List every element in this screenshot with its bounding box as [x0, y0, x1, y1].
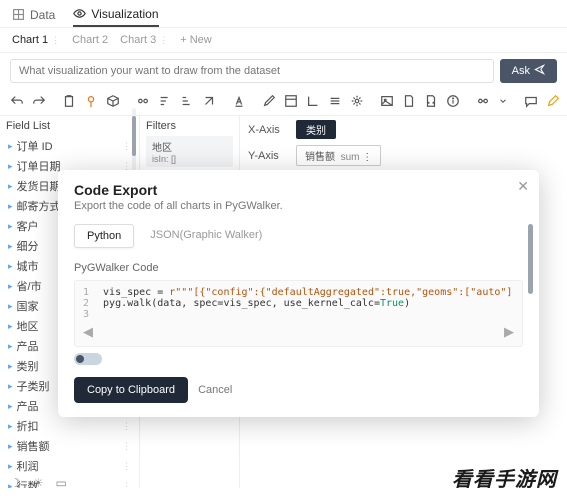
xaxis-label: X-Axis — [248, 124, 288, 136]
dimension-icon: ▸ — [8, 381, 13, 392]
eye-icon — [73, 7, 86, 20]
grid-icon — [12, 8, 25, 21]
yaxis-chip[interactable]: 销售额 sum ⋮ — [296, 145, 381, 166]
info-icon[interactable] — [446, 93, 460, 109]
clipboard-icon[interactable] — [62, 93, 76, 109]
chain-icon[interactable] — [476, 93, 490, 109]
dimension-icon: ▸ — [8, 301, 13, 312]
modal-scrollbar[interactable] — [528, 224, 533, 294]
dimension-icon: ▸ — [8, 401, 13, 412]
modal-subtitle: Export the code of all charts in PyGWalk… — [74, 200, 523, 212]
chart-tab-new[interactable]: + New — [180, 34, 212, 46]
field-item[interactable]: ▸销售额⋮ — [6, 436, 133, 456]
code-box[interactable]: 1 vis_spec = r"""[{"config":{"defaultAgg… — [74, 280, 523, 347]
chart-tab-3[interactable]: Chart 3⋮ — [120, 34, 168, 46]
dropdown-icon[interactable] — [498, 93, 508, 109]
modal-title: Code Export — [74, 182, 523, 198]
dimension-icon: ▸ — [8, 421, 13, 432]
sun-icon[interactable]: ☀ — [33, 476, 44, 490]
dimension-icon: ▸ — [8, 441, 13, 452]
field-item[interactable]: ▸订单 ID⋮ — [6, 136, 133, 156]
ask-button[interactable]: Ask — [500, 59, 557, 83]
sort-desc-icon[interactable] — [180, 93, 194, 109]
image-export-icon[interactable] — [380, 93, 394, 109]
tab-data[interactable]: Data — [12, 8, 55, 26]
transpose-icon[interactable] — [202, 93, 216, 109]
code-section-label: PyGWalker Code — [74, 262, 523, 274]
csv-export-icon[interactable] — [402, 93, 416, 109]
filters-title: Filters — [146, 120, 233, 132]
cancel-button[interactable]: Cancel — [198, 384, 232, 396]
dimension-icon: ▸ — [8, 221, 13, 232]
axis-icon[interactable] — [306, 93, 320, 109]
modal-tab-python[interactable]: Python — [74, 224, 134, 248]
dimension-icon: ▸ — [8, 461, 13, 472]
sort-asc-icon[interactable] — [158, 93, 172, 109]
search-input[interactable] — [10, 59, 494, 83]
code-toggle[interactable] — [74, 353, 102, 365]
display-icon[interactable]: ▭ — [56, 476, 67, 490]
redo-icon[interactable] — [32, 93, 46, 109]
code-scroll-right-icon[interactable]: ▶ — [504, 324, 514, 340]
dimension-icon: ▸ — [8, 321, 13, 332]
dimension-icon: ▸ — [8, 341, 13, 352]
layout-icon[interactable] — [284, 93, 298, 109]
dimension-icon: ▸ — [8, 141, 13, 152]
bottom-icon-bar: ☽ ☀ ▭ — [10, 476, 67, 490]
dimension-icon: ▸ — [8, 261, 13, 272]
field-item[interactable]: ▸折扣⋮ — [6, 416, 133, 436]
tab-visualization[interactable]: Visualization — [73, 7, 158, 27]
yaxis-label: Y-Axis — [248, 150, 288, 162]
pin-icon[interactable] — [84, 93, 98, 109]
copy-clipboard-button[interactable]: Copy to Clipboard — [74, 377, 188, 403]
undo-icon[interactable] — [10, 93, 24, 109]
chart-tab-2[interactable]: Chart 2 — [72, 34, 108, 46]
field-item[interactable]: ▸利润⋮ — [6, 456, 133, 476]
modal-close-icon[interactable]: ✕ — [517, 178, 529, 195]
gear-icon[interactable] — [350, 93, 364, 109]
filter-chip-region[interactable]: 地区 isIn: [] — [146, 136, 233, 167]
brush-icon[interactable] — [546, 93, 560, 109]
color-pick-icon[interactable] — [262, 93, 276, 109]
search-row: Ask — [0, 53, 567, 89]
dimension-icon: ▸ — [8, 281, 13, 292]
send-icon — [534, 64, 545, 78]
top-tabs: Data Visualization — [0, 0, 567, 28]
dimension-icon: ▸ — [8, 241, 13, 252]
text-format-icon[interactable] — [232, 93, 246, 109]
field-list-title: Field List — [6, 120, 133, 132]
chart-tabs: Chart 1⋮ Chart 2 Chart 3⋮ + New — [0, 28, 567, 53]
tab-data-label: Data — [30, 8, 55, 22]
cube-icon[interactable] — [106, 93, 120, 109]
filter-icon[interactable] — [136, 93, 150, 109]
dimension-icon: ▸ — [8, 161, 13, 172]
moon-icon[interactable]: ☽ — [10, 476, 21, 490]
xaxis-chip[interactable]: 类别 — [296, 120, 336, 139]
code-export-modal: ✕ Code Export Export the code of all cha… — [58, 170, 539, 417]
dimension-icon: ▸ — [8, 361, 13, 372]
tab-visualization-label: Visualization — [91, 7, 158, 21]
dimension-icon: ▸ — [8, 181, 13, 192]
code-export-icon[interactable] — [424, 93, 438, 109]
code-scroll-left-icon[interactable]: ◀ — [83, 324, 93, 340]
modal-tabs: Python JSON(Graphic Walker) — [74, 224, 523, 248]
chart-tab-1[interactable]: Chart 1⋮ — [12, 34, 60, 46]
dimension-icon: ▸ — [8, 201, 13, 212]
message-icon[interactable] — [524, 93, 538, 109]
toolbar — [0, 89, 567, 116]
menu-icon[interactable] — [328, 93, 342, 109]
modal-tab-json[interactable]: JSON(Graphic Walker) — [138, 224, 274, 248]
brand-watermark: 看看手游网 — [452, 463, 557, 492]
